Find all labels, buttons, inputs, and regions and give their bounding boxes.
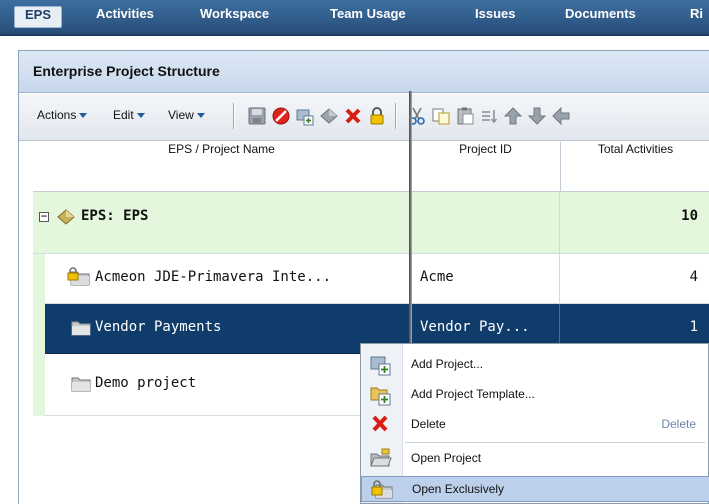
tab-overflow[interactable]: Ri [690,6,703,28]
eps-node-icon [57,209,75,225]
add-template-icon [370,387,391,406]
actions-label: Actions [37,108,77,122]
paste-icon[interactable] [455,106,475,126]
tab-issues[interactable]: Issues [475,6,515,28]
edit-label: Edit [113,108,134,122]
panel-title-bar: Enterprise Project Structure [19,51,709,93]
locked-folder-icon [67,267,90,286]
sort-icon[interactable] [479,106,499,126]
tab-documents[interactable]: Documents [565,6,636,28]
toolbar-separator [395,103,397,129]
column-header-total-activities[interactable]: Total Activities [560,142,709,192]
column-header-project-id[interactable]: Project ID [410,142,560,192]
toolbar-separator [233,103,235,129]
chevron-down-icon [79,113,88,119]
menu-item-open-exclusively[interactable]: Open Exclusively [361,476,709,502]
project-id-cell: Acme [410,254,560,303]
total-activities-cell: 4 [689,269,698,285]
toolbar: Actions Edit View [19,94,709,141]
menu-item-add-project[interactable]: Add Project... [361,352,709,378]
chevron-down-icon [136,113,145,119]
menu-item-label: Add Project Template... [411,387,535,401]
grid-header: EPS / Project Name Project ID Total Acti… [33,142,709,192]
folder-icon [71,321,91,336]
add-project-icon[interactable] [295,106,315,126]
folder-icon [71,377,91,392]
menu-item-label: Add Project... [411,357,484,371]
project-id-cell [410,192,560,253]
tab-activities[interactable]: Activities [96,6,154,28]
view-menu-button[interactable]: View [168,108,205,122]
top-nav-bar: EPS Activities Workspace Team Usage Issu… [0,0,709,36]
tab-eps[interactable]: EPS [14,6,62,28]
add-eps-icon[interactable] [319,106,339,126]
delete-icon [372,415,388,432]
table-row-eps[interactable]: − EPS: EPS 10 [33,192,709,254]
save-icon[interactable] [247,106,267,126]
column-header-name[interactable]: EPS / Project Name [33,142,410,192]
tree-indent [33,354,45,416]
tree-indent [33,254,45,304]
menu-item-add-project-template[interactable]: Add Project Template... [361,382,709,408]
add-project-icon [370,356,391,376]
eps-name-cell: EPS: EPS [81,192,410,253]
menu-item-shortcut: Delete [661,417,696,431]
tab-workspace[interactable]: Workspace [200,6,269,28]
edit-menu-button[interactable]: Edit [113,108,145,122]
tab-team-usage[interactable]: Team Usage [330,6,406,28]
cancel-icon[interactable] [271,106,291,126]
open-project-icon [370,448,392,467]
menu-item-open-project[interactable]: Open Project [361,446,709,472]
delete-icon[interactable] [343,106,363,126]
view-label: View [168,108,194,122]
menu-item-label: Open Project [411,451,482,465]
open-exclusive-icon [371,480,393,499]
move-up-icon[interactable] [503,106,523,126]
total-activities-cell: 10 [681,208,698,224]
collapse-toggle-icon[interactable]: − [39,212,49,222]
menu-separator [405,442,705,443]
tree-indent [33,304,45,354]
chevron-down-icon [196,113,205,119]
project-name-cell: Acmeon JDE-Primavera Inte... [95,254,410,303]
actions-menu-button[interactable]: Actions [37,108,88,122]
menu-item-label: Delete [411,417,446,431]
table-row-project[interactable]: Acmeon JDE-Primavera Inte... Acme 4 [33,254,709,304]
move-down-icon[interactable] [527,106,547,126]
menu-item-label: Open Exclusively [412,482,505,496]
panel-title: Enterprise Project Structure [33,63,220,79]
menu-item-delete[interactable]: Delete Delete [361,412,709,438]
context-menu: Add Project... Add Project Template... D… [360,343,709,504]
move-left-icon[interactable] [551,106,571,126]
lock-icon[interactable] [367,106,387,126]
copy-icon[interactable] [431,106,451,126]
